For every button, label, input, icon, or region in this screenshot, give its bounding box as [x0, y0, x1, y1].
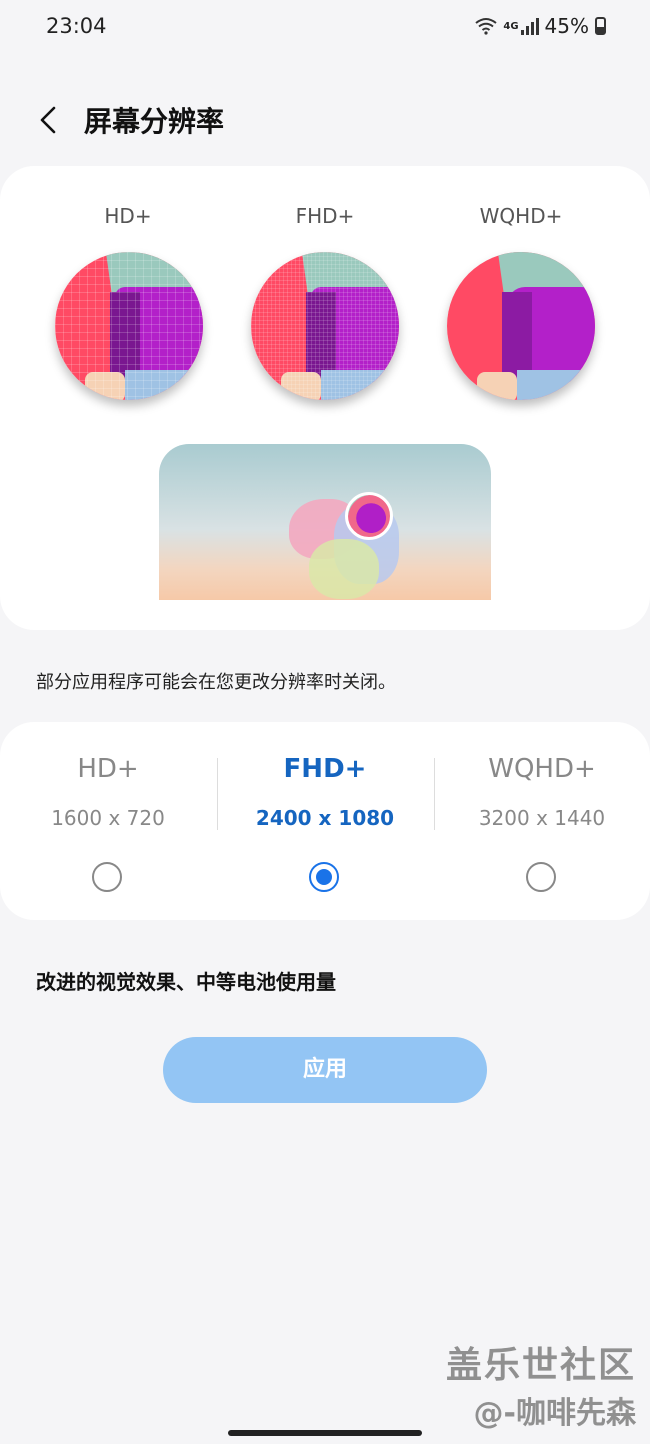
status-bar: 23:04 4G 45% [0, 0, 650, 56]
app-header: 屏幕分辨率 [0, 92, 650, 148]
status-time: 23:04 [46, 14, 107, 38]
signal-icon [520, 17, 539, 35]
option-name: FHD+ [283, 754, 367, 784]
watermark-community: 盖乐世社区 [445, 1345, 636, 1386]
network-type: 4G [503, 20, 519, 32]
watermark-author: @-咖啡先森 [473, 1396, 636, 1431]
preview-label-fhd: FHD+ [295, 204, 355, 228]
back-arrow-icon[interactable] [30, 100, 70, 140]
wifi-icon [475, 18, 497, 35]
battery-percent: 45% [544, 14, 589, 38]
option-name: WQHD+ [488, 754, 596, 784]
option-description: 改进的视觉效果、中等电池使用量 [36, 970, 336, 994]
resolution-options: HD+ 1600 x 720 FHD+ 2400 x 1080 WQHD+ 32… [0, 722, 650, 920]
option-fhd[interactable]: FHD+ 2400 x 1080 [217, 722, 433, 920]
option-resolution: 1600 x 720 [51, 806, 165, 830]
option-name: HD+ [77, 754, 139, 784]
page-title: 屏幕分辨率 [84, 105, 225, 138]
preview-zoom-hd [55, 252, 203, 400]
option-wqhd[interactable]: WQHD+ 3200 x 1440 [434, 722, 650, 920]
preview-zoom-fhd [251, 252, 399, 400]
option-resolution: 3200 x 1440 [478, 806, 606, 830]
radio-hd[interactable] [92, 862, 122, 892]
preview-label-hd: HD+ [104, 204, 152, 228]
wallpaper-preview [159, 444, 491, 600]
radio-fhd[interactable] [309, 862, 339, 892]
home-indicator[interactable] [228, 1430, 422, 1436]
restart-warning: 部分应用程序可能会在您更改分辨率时关闭。 [36, 672, 396, 693]
radio-wqhd[interactable] [526, 862, 556, 892]
apply-button[interactable]: 应用 [163, 1037, 487, 1103]
battery-icon [595, 17, 606, 35]
magnifier-icon [345, 492, 393, 540]
option-resolution: 2400 x 1080 [255, 806, 395, 830]
option-hd[interactable]: HD+ 1600 x 720 [0, 722, 216, 920]
resolution-preview-card: HD+ FHD+ WQHD+ [0, 166, 650, 630]
status-icons: 4G 45% [475, 14, 606, 38]
preview-label-wqhd: WQHD+ [479, 204, 563, 228]
preview-zoom-wqhd [447, 252, 595, 400]
